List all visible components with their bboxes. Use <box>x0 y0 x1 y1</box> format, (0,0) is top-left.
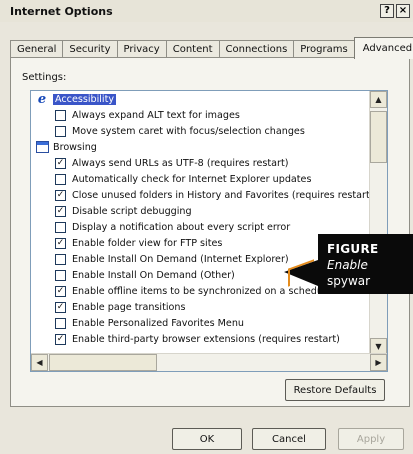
setting-item[interactable]: Always expand ALT text for images <box>31 107 369 123</box>
restore-defaults-button[interactable]: Restore Defaults <box>285 379 385 401</box>
setting-label: Enable page transitions <box>72 301 186 313</box>
setting-item[interactable]: ✓ Always send URLs as UTF-8 (requires res… <box>31 155 369 171</box>
vertical-scrollbar[interactable]: ▲ ▼ <box>369 91 387 355</box>
callout-line-3: spywar <box>327 274 371 288</box>
tab-security[interactable]: Security <box>62 40 118 58</box>
checkbox-unchecked[interactable] <box>55 317 66 329</box>
setting-item[interactable]: ✓ Enable page transitions <box>31 299 369 315</box>
settings-listbox[interactable]: e Accessibility Always expand ALT text for… <box>30 90 388 372</box>
checkbox-checked[interactable]: ✓ <box>55 189 66 201</box>
setting-label: Always expand ALT text for images <box>72 109 240 121</box>
vertical-scroll-thumb[interactable] <box>370 111 387 163</box>
internet-options-dialog: Internet Options ? × General Security Priv… <box>0 0 413 454</box>
checkbox-checked[interactable]: ✓ <box>55 333 66 345</box>
setting-label: Enable Personalized Favorites Menu <box>72 317 244 329</box>
title-bar-buttons: ? × <box>380 4 410 18</box>
figure-callout: FIGURE Enable spywar <box>284 234 413 294</box>
scroll-up-button[interactable]: ▲ <box>370 91 387 108</box>
checkbox-unchecked[interactable] <box>55 253 66 265</box>
setting-item[interactable]: ✓ Enable third-party browser extensions (… <box>31 331 369 347</box>
checkbox-checked[interactable]: ✓ <box>55 205 66 217</box>
internet-explorer-icon: e <box>37 91 47 107</box>
setting-label: Close unused folders in History and Favo… <box>72 189 374 201</box>
tab-programs[interactable]: Programs <box>293 40 355 58</box>
setting-item[interactable]: Move system caret with focus/selection c… <box>31 123 369 139</box>
scroll-right-button[interactable]: ▶ <box>370 354 387 371</box>
tab-strip: General Security Privacy Content Connections… <box>10 37 413 59</box>
checkbox-checked[interactable]: ✓ <box>55 285 66 297</box>
scroll-left-button[interactable]: ◀ <box>31 354 48 371</box>
checkbox-unchecked[interactable] <box>55 173 66 185</box>
callout-line-2: Enable <box>327 258 368 272</box>
setting-item[interactable]: Display a notification about every scrip… <box>31 219 369 235</box>
tab-connections[interactable]: Connections <box>218 40 295 58</box>
checkbox-checked[interactable]: ✓ <box>55 301 66 313</box>
arrow-right-icon: ▶ <box>375 358 382 367</box>
setting-label: Enable folder view for FTP sites <box>72 237 223 249</box>
setting-item[interactable]: ✓ Disable script debugging <box>31 203 369 219</box>
setting-item[interactable]: Enable Personalized Favorites Menu <box>31 315 369 331</box>
checkbox-unchecked[interactable] <box>55 125 66 137</box>
setting-label: Always send URLs as UTF-8 (requires rest… <box>72 157 289 169</box>
setting-label: Accessibility <box>53 93 117 105</box>
title-bar[interactable]: Internet Options ? × <box>0 0 413 22</box>
cancel-button[interactable]: Cancel <box>252 428 326 450</box>
setting-label: Automatically check for Internet Explore… <box>72 173 312 185</box>
settings-label: Settings: <box>22 72 67 83</box>
category-accessibility[interactable]: e Accessibility <box>31 91 369 107</box>
tab-privacy[interactable]: Privacy <box>116 40 167 58</box>
setting-item[interactable]: Automatically check for Internet Explore… <box>31 171 369 187</box>
horizontal-scroll-thumb[interactable] <box>49 354 157 371</box>
setting-label: Enable offline items to be synchronized … <box>72 285 332 297</box>
setting-label: Enable Install On Demand (Internet Explo… <box>72 253 289 265</box>
arrow-up-icon: ▲ <box>375 95 382 104</box>
window-title: Internet Options <box>10 4 113 18</box>
apply-button[interactable]: Apply <box>338 428 404 450</box>
setting-item[interactable]: ✓ Close unused folders in History and Fav… <box>31 187 373 203</box>
settings-tree: e Accessibility Always expand ALT text for… <box>31 91 373 347</box>
checkbox-unchecked[interactable] <box>55 221 66 233</box>
horizontal-scrollbar[interactable]: ◀ ▶ <box>31 353 387 371</box>
setting-label: Display a notification about every scrip… <box>72 221 291 233</box>
tab-advanced[interactable]: Advanced <box>353 37 413 59</box>
tab-content[interactable]: Content <box>165 40 220 58</box>
setting-label: Move system caret with focus/selection c… <box>72 125 305 137</box>
checkbox-checked[interactable]: ✓ <box>55 157 66 169</box>
arrow-down-icon: ▼ <box>375 342 382 351</box>
ok-button[interactable]: OK <box>172 428 242 450</box>
setting-label: Disable script debugging <box>72 205 192 217</box>
close-button[interactable]: × <box>396 4 410 18</box>
setting-label: Browsing <box>53 141 97 153</box>
category-browsing[interactable]: Browsing <box>31 139 369 155</box>
help-button[interactable]: ? <box>380 4 394 18</box>
setting-label: Enable third-party browser extensions (r… <box>72 333 340 345</box>
checkbox-checked[interactable]: ✓ <box>55 237 66 249</box>
checkbox-unchecked[interactable] <box>55 269 66 281</box>
setting-label: Enable Install On Demand (Other) <box>72 269 235 281</box>
checkbox-unchecked[interactable] <box>55 109 66 121</box>
tab-general[interactable]: General <box>10 40 64 58</box>
callout-label: FIGURE <box>327 242 379 256</box>
arrow-left-icon: ◀ <box>36 358 43 367</box>
browser-window-icon <box>35 140 49 154</box>
